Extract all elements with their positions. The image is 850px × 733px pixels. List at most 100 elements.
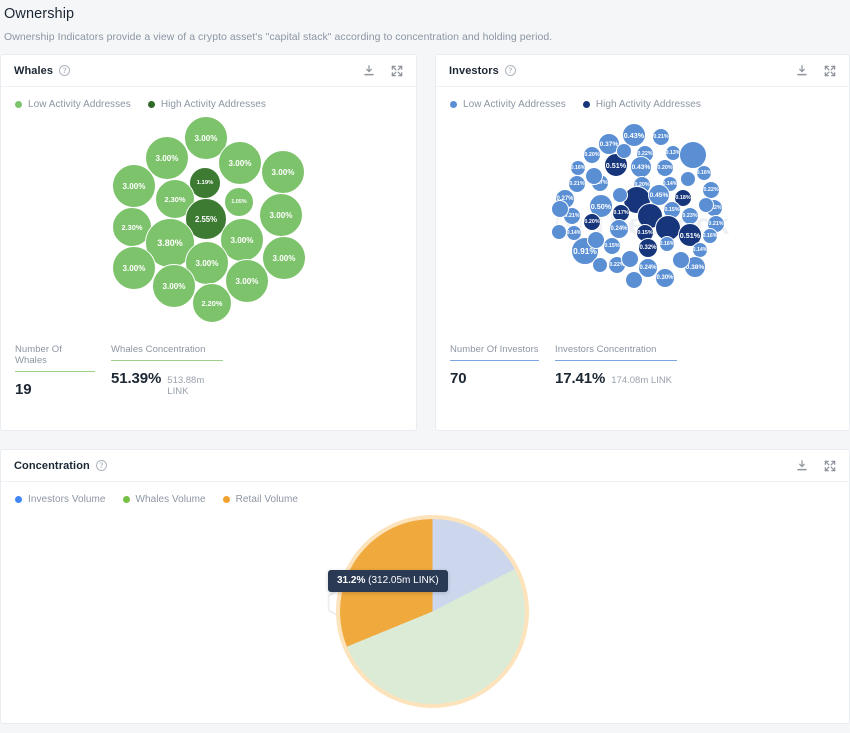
bubble-label: 0.20%: [584, 152, 600, 158]
legend-label: Investors Volume: [28, 494, 106, 505]
legend-dot-icon: [122, 496, 130, 503]
whales-card: Whales ? Low Activity Addresses High Act…: [0, 54, 417, 431]
stat-value: 19: [15, 381, 32, 398]
legend-label: Low Activity Addresses: [463, 99, 566, 110]
bubble-label: 0.32%: [639, 245, 657, 251]
legend-label: Retail Volume: [235, 494, 299, 505]
legend-item-retail-volume[interactable]: Retail Volume: [222, 494, 299, 505]
expand-icon[interactable]: [823, 64, 837, 78]
bubble-label: 3.00%: [272, 253, 296, 263]
investors-bubble-chart[interactable]: TheBlock 0.43%0.37%0.21%0.22%0.20%0.13%0…: [436, 110, 849, 340]
download-icon[interactable]: [362, 64, 376, 78]
ownership-page: Ownership Ownership Indicators provide a…: [0, 0, 850, 733]
legend-dot-icon: [15, 101, 22, 108]
bubble[interactable]: 3.00%: [152, 264, 196, 308]
bubble-label: 0.24%: [610, 226, 628, 232]
bubble[interactable]: [551, 224, 567, 240]
stat-subvalue: 513.88m LINK: [167, 375, 205, 397]
bubble-label: 0.45%: [649, 191, 669, 199]
bubble-label: 3.00%: [162, 281, 186, 291]
whales-card-actions: [362, 64, 404, 78]
bubble[interactable]: 0.16%: [570, 160, 586, 176]
bubble-label: 0.51%: [679, 230, 701, 240]
bubble-label: 0.17%: [613, 210, 629, 216]
stat-whales-concentration: Whales Concentration 51.39% 513.88m LINK: [111, 344, 231, 398]
legend-item-high-activity[interactable]: High Activity Addresses: [582, 99, 701, 110]
legend-item-high-activity[interactable]: High Activity Addresses: [147, 99, 266, 110]
bubble[interactable]: 0.43%: [630, 156, 652, 178]
bubble[interactable]: [592, 257, 608, 273]
bubble[interactable]: [587, 231, 605, 249]
page-subtitle: Ownership Indicators provide a view of a…: [4, 31, 553, 43]
tooltip-percent: 31.2%: [337, 575, 366, 586]
bubble-label: 3.00%: [230, 235, 254, 245]
concentration-card-actions: [795, 459, 837, 473]
bubble[interactable]: 0.20%: [583, 146, 601, 164]
bubble[interactable]: 3.00%: [261, 150, 305, 194]
download-icon[interactable]: [795, 64, 809, 78]
bubble[interactable]: 3.00%: [259, 193, 303, 237]
bubble-label: 0.16%: [659, 241, 675, 247]
bubble[interactable]: [616, 143, 632, 159]
legend-label: Whales Volume: [135, 494, 206, 505]
bubble[interactable]: 0.16%: [659, 236, 675, 252]
bubble-label: 2.55%: [194, 214, 218, 224]
bubble[interactable]: 0.16%: [702, 228, 718, 244]
bubble-label: 0.24%: [639, 265, 657, 271]
bubble-label: 0.21%: [708, 221, 724, 227]
bubble[interactable]: 0.21%: [652, 128, 670, 146]
investors-legend: Low Activity Addresses High Activity Add…: [436, 87, 849, 110]
bubble[interactable]: 3.00%: [262, 236, 306, 280]
bubble[interactable]: [585, 167, 603, 185]
legend-item-investors-volume[interactable]: Investors Volume: [15, 494, 106, 505]
bubble[interactable]: [698, 197, 714, 213]
stat-subvalue: 174.08m LINK: [611, 375, 673, 386]
bubble[interactable]: 1.05%: [224, 187, 254, 217]
bubble[interactable]: [621, 250, 639, 268]
stat-label: Investors Concentration: [555, 344, 677, 361]
help-icon[interactable]: ?: [95, 460, 107, 471]
bubble[interactable]: [551, 200, 569, 218]
expand-icon[interactable]: [823, 459, 837, 473]
stat-value: 17.41%: [555, 370, 606, 387]
bubble-label: 0.20%: [584, 219, 600, 225]
concentration-card-header: Concentration ?: [1, 450, 849, 482]
stat-value: 70: [450, 370, 467, 387]
legend-item-low-activity[interactable]: Low Activity Addresses: [450, 99, 566, 110]
bubble-label: 0.14%: [692, 247, 708, 253]
ownership-cards-row: Whales ? Low Activity Addresses High Act…: [0, 54, 850, 431]
bubble[interactable]: 2.20%: [192, 283, 232, 323]
bubble[interactable]: 0.24%: [609, 219, 629, 239]
bubble[interactable]: 0.16%: [696, 165, 712, 181]
help-icon[interactable]: ?: [59, 65, 71, 76]
bubble[interactable]: 3.00%: [218, 141, 262, 185]
pie-slices[interactable]: [340, 519, 525, 704]
bubble[interactable]: 0.20%: [656, 159, 674, 177]
bubble[interactable]: 0.32%: [638, 238, 658, 258]
legend-item-whales-volume[interactable]: Whales Volume: [122, 494, 206, 505]
bubble[interactable]: 3.00%: [112, 164, 156, 208]
legend-dot-icon: [450, 101, 457, 108]
bubble[interactable]: 3.00%: [112, 246, 156, 290]
concentration-pie-chart[interactable]: TheBlock: [1, 505, 849, 720]
bubble[interactable]: [625, 271, 643, 289]
bubble-label: 0.37%: [599, 140, 619, 148]
bubble[interactable]: 3.00%: [225, 259, 269, 303]
bubble[interactable]: 0.30%: [655, 268, 675, 288]
help-icon[interactable]: ?: [504, 65, 516, 76]
bubble-label: 3.00%: [155, 153, 179, 163]
download-icon[interactable]: [795, 459, 809, 473]
bubble[interactable]: 0.20%: [583, 213, 601, 231]
bubble[interactable]: [680, 171, 696, 187]
expand-icon[interactable]: [390, 64, 404, 78]
bubble[interactable]: [612, 187, 628, 203]
bubble[interactable]: [672, 251, 690, 269]
stat-number-of-whales: Number Of Whales 19: [15, 344, 103, 398]
bubble-label: 0.16%: [570, 165, 586, 171]
whales-bubble-chart[interactable]: 3.00% 3.00% 3.00% 3.00% 3.00% 1.19% 2.30% 1.05%…: [1, 110, 416, 340]
bubble-label: 0.16%: [702, 233, 718, 239]
legend-item-low-activity[interactable]: Low Activity Addresses: [15, 99, 131, 110]
bubble-label: 0.15%: [637, 230, 653, 236]
investors-stats: Number Of Investors 70 Investors Concent…: [436, 340, 849, 387]
bubble[interactable]: 0.15%: [603, 237, 621, 255]
